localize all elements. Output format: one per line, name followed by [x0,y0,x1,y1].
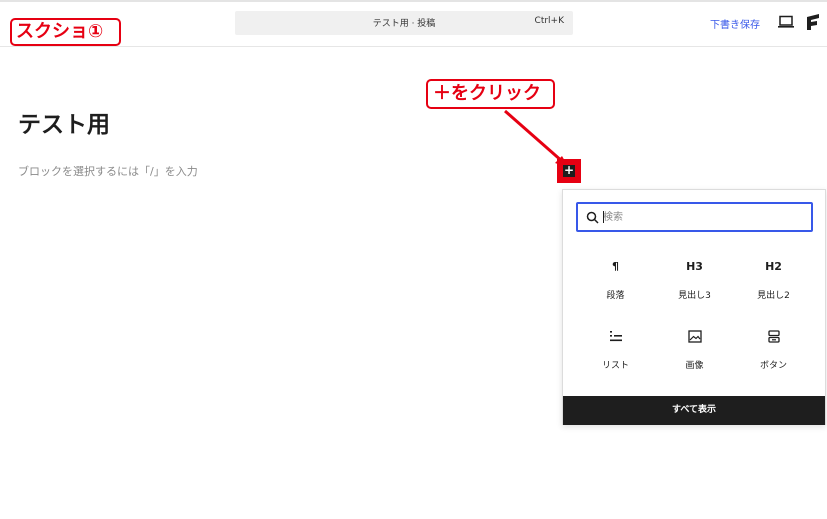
command-palette-shortcut: Ctrl+K [534,16,564,26]
buttons-icon [734,328,813,344]
block-label: 見出し2 [757,291,790,301]
show-all-blocks-button[interactable]: すべて表示 [563,396,825,425]
command-palette-title: テスト用 · 投稿 [372,19,436,29]
screenshot-annotation-label: スクショ① [10,18,121,46]
block-label: 段落 [606,291,625,301]
site-logo-icon[interactable] [806,13,822,31]
block-heading-2[interactable]: H2 見出し2 [734,250,813,310]
block-paragraph[interactable]: ¶ 段落 [576,250,655,310]
block-buttons[interactable]: ボタン [734,320,813,380]
block-image[interactable]: 画像 [655,320,734,380]
image-icon [655,328,734,344]
block-list[interactable]: リスト [576,320,655,380]
desktop-preview-icon[interactable] [778,15,794,29]
block-inserter-button[interactable]: + [563,164,575,177]
block-label: ボタン [759,361,787,371]
post-title[interactable]: テスト用 [18,105,110,139]
block-label: 見出し3 [678,291,711,301]
text-caret [603,211,604,223]
block-label: 画像 [685,361,704,371]
command-palette-button[interactable]: テスト用 · 投稿 Ctrl+K [235,11,573,35]
editor-header: テスト用 · 投稿 Ctrl+K 下書き保存 [0,2,827,47]
search-icon [586,211,599,224]
block-search-box[interactable] [576,202,813,232]
block-inserter-panel: ¶ 段落 H3 見出し3 H2 見出し2 リスト [562,189,826,425]
click-annotation-label: ＋をクリック [426,79,555,109]
block-placeholder[interactable]: ブロックを選択するには「/」を入力 [18,163,198,179]
paragraph-icon: ¶ [612,259,619,273]
block-heading-3[interactable]: H3 見出し3 [655,250,734,310]
block-search-input[interactable] [603,207,803,227]
list-icon [576,328,655,344]
heading-3-icon: H3 [686,259,703,273]
block-label: リスト [601,361,629,371]
heading-2-icon: H2 [765,259,782,273]
save-draft-button[interactable]: 下書き保存 [710,16,760,31]
